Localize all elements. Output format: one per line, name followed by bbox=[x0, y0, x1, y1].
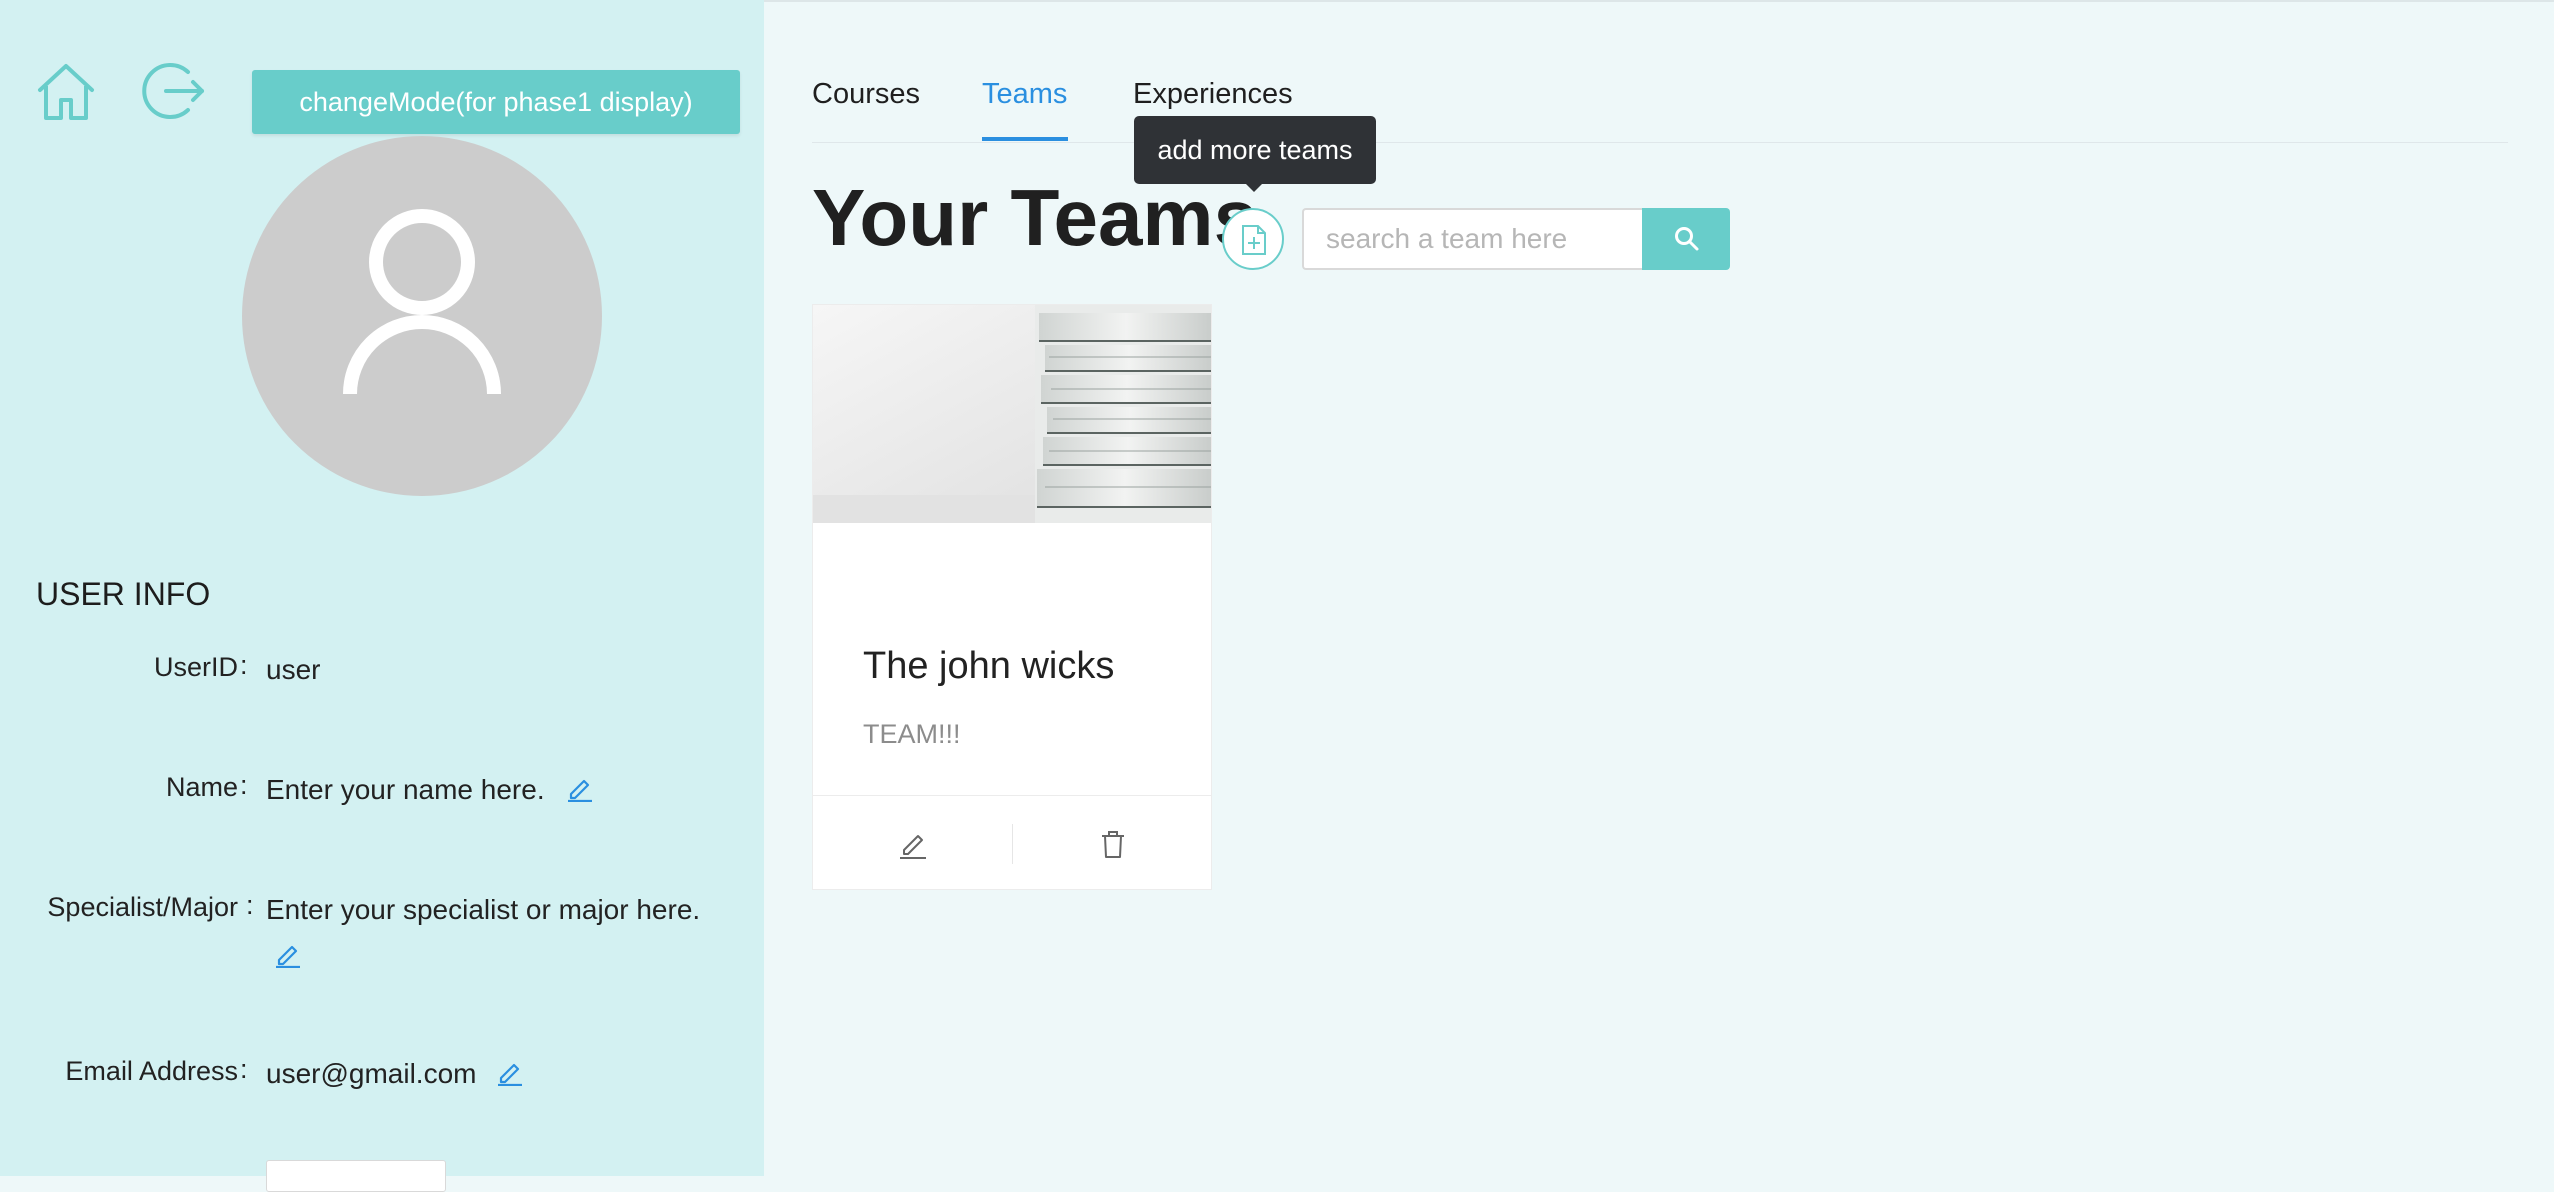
user-info-title: USER INFO bbox=[36, 576, 211, 612]
name-label: Name bbox=[165, 772, 238, 802]
team-name: The john wicks bbox=[863, 645, 1115, 687]
home-icon[interactable] bbox=[34, 60, 98, 124]
major-label: Specialist/Major bbox=[47, 892, 238, 922]
edit-icon bbox=[900, 835, 926, 859]
tab-courses[interactable]: Courses bbox=[812, 78, 920, 111]
team-card[interactable]: The john wicks TEAM!!! bbox=[812, 304, 1212, 890]
user-avatar-icon bbox=[343, 209, 501, 395]
major-value: Enter your specialist or major here. bbox=[266, 894, 701, 925]
delete-icon bbox=[1102, 831, 1124, 858]
userid-label: UserID bbox=[153, 652, 238, 682]
search-icon bbox=[1675, 227, 1699, 251]
page-title: Your Teams bbox=[812, 173, 1259, 262]
team-description: TEAM!!! bbox=[863, 719, 961, 749]
add-team-button[interactable] bbox=[1222, 208, 1284, 270]
edit-name-icon[interactable] bbox=[566, 774, 594, 807]
name-colon: : bbox=[240, 770, 248, 800]
partial-button[interactable] bbox=[266, 1160, 446, 1192]
avatar[interactable] bbox=[242, 136, 602, 496]
edit-email-icon[interactable] bbox=[496, 1058, 524, 1091]
tab-experiences[interactable]: Experiences bbox=[1133, 78, 1293, 111]
email-label: Email Address bbox=[65, 1056, 238, 1086]
edit-major-icon[interactable] bbox=[274, 940, 302, 973]
email-value: user@gmail.com bbox=[266, 1058, 477, 1089]
team-cover-image bbox=[813, 305, 1211, 523]
search-button[interactable] bbox=[1642, 208, 1730, 270]
major-colon: : bbox=[246, 890, 254, 920]
tab-bar: Courses Teams Experiences bbox=[812, 78, 2508, 143]
userid-value: user bbox=[266, 654, 321, 685]
team-search-input[interactable] bbox=[1302, 208, 1642, 270]
name-value: Enter your name here. bbox=[266, 774, 545, 805]
delete-team-button[interactable] bbox=[1013, 816, 1211, 872]
email-colon: : bbox=[240, 1054, 248, 1084]
userid-colon: : bbox=[240, 650, 248, 680]
logout-icon[interactable] bbox=[140, 58, 206, 124]
profile-sidebar: changeMode(for phase1 display) USER INFO… bbox=[0, 0, 764, 1192]
card-actions bbox=[813, 795, 1211, 889]
tab-teams[interactable]: Teams bbox=[982, 78, 1067, 111]
add-file-icon bbox=[1242, 225, 1266, 255]
change-mode-button[interactable]: changeMode(for phase1 display) bbox=[252, 70, 740, 134]
active-tab-indicator bbox=[982, 137, 1068, 141]
edit-team-button[interactable] bbox=[813, 816, 1012, 872]
